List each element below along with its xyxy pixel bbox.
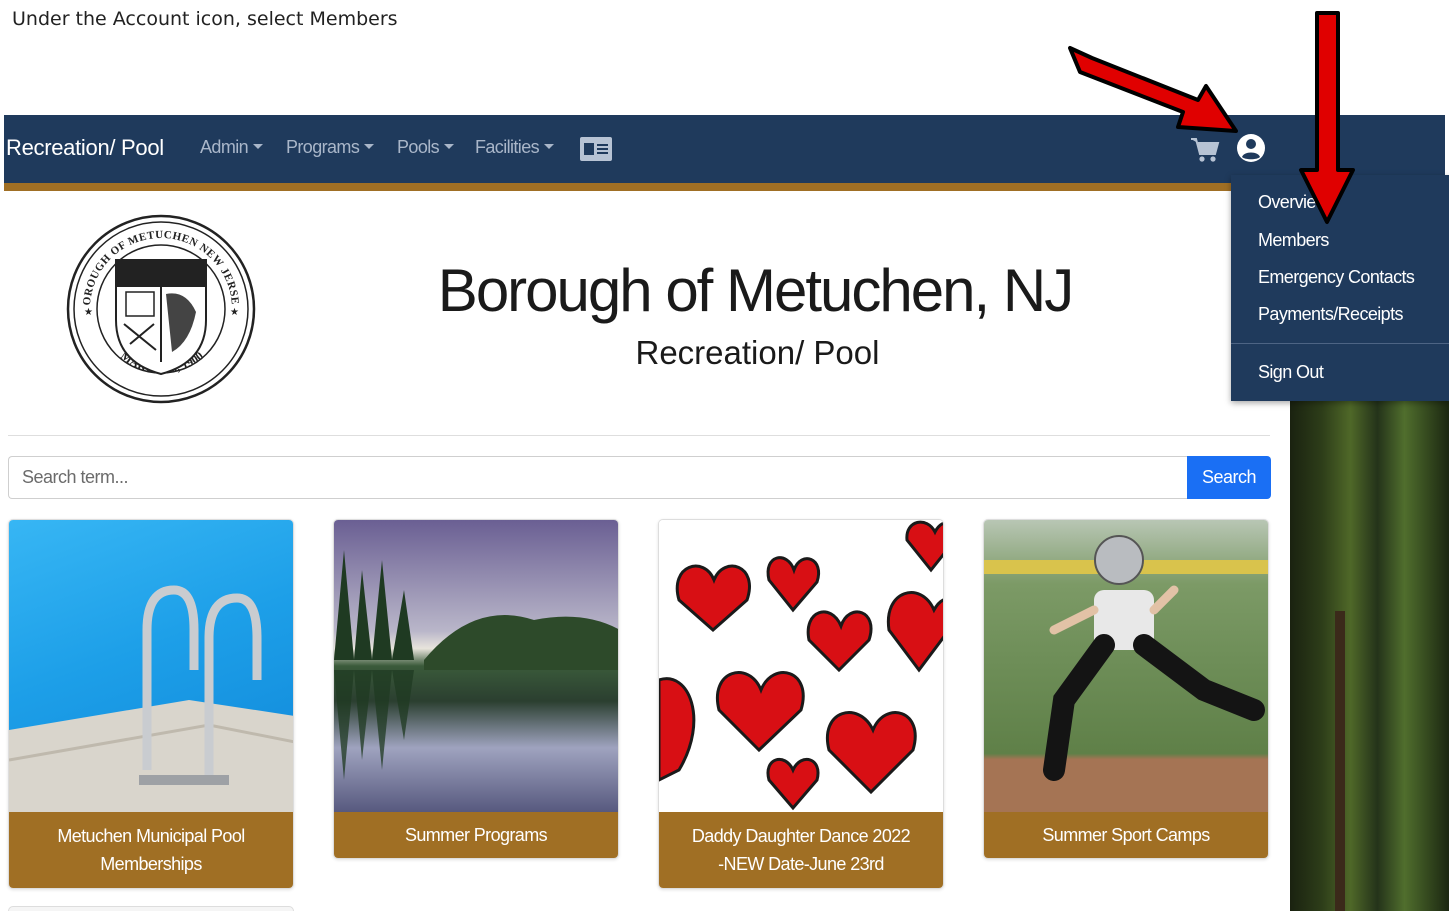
- card-daddy-daughter-dance[interactable]: Daddy Daughter Dance 2022 -NEW Date-June…: [658, 519, 944, 889]
- card-summer-programs[interactable]: Summer Programs: [333, 519, 619, 859]
- card-title-line1: Metuchen Municipal Pool: [57, 826, 245, 846]
- menu-item-members[interactable]: Members: [1258, 230, 1329, 251]
- card-title: Summer Sport Camps: [1042, 825, 1210, 845]
- card-title-line1: Daddy Daughter Dance 2022: [691, 826, 911, 846]
- navbar-brand[interactable]: Recreation/ Pool: [6, 135, 164, 161]
- card-caption: Metuchen Municipal Pool Memberships: [9, 812, 293, 888]
- nav-facilities[interactable]: Facilities: [475, 137, 555, 158]
- chevron-down-icon: [364, 144, 375, 149]
- nav-admin[interactable]: Admin: [200, 137, 264, 158]
- card-title: Summer Programs: [404, 825, 548, 845]
- menu-item-payments-receipts[interactable]: Payments/Receipts: [1258, 304, 1403, 325]
- pool-ladder-image: [9, 520, 293, 812]
- cart-icon[interactable]: [1189, 133, 1221, 165]
- id-card-icon[interactable]: [580, 137, 612, 161]
- card-caption: Daddy Daughter Dance 2022 -NEW Date-June…: [659, 812, 943, 888]
- svg-text:★: ★: [230, 307, 239, 318]
- nav-admin-label: Admin: [200, 137, 249, 157]
- card-pool-memberships[interactable]: Metuchen Municipal Pool Memberships: [8, 519, 294, 889]
- background-forest-image: [1290, 401, 1449, 911]
- chevron-down-icon: [544, 144, 555, 149]
- menu-item-overview[interactable]: Overview: [1258, 192, 1329, 213]
- page-title: Borough of Metuchen, NJ: [437, 257, 1074, 324]
- search-button[interactable]: Search: [1187, 456, 1271, 499]
- card-title-line2: Memberships: [100, 854, 202, 874]
- menu-divider: [1231, 343, 1449, 344]
- hearts-image: [659, 520, 943, 812]
- page-subtitle: Recreation/ Pool: [635, 334, 880, 371]
- instruction-text: Under the Account icon, select Members: [12, 8, 398, 30]
- card-title-line2: -NEW Date-June 23rd: [718, 854, 884, 874]
- nav-programs-label: Programs: [286, 137, 360, 157]
- chevron-down-icon: [444, 144, 455, 149]
- top-navbar: Recreation/ Pool Admin Programs Pools Fa…: [4, 115, 1445, 183]
- borough-seal-logo: BOROUGH OF METUCHEN NEW JERSEY MARCH 20,…: [64, 212, 256, 404]
- account-dropdown-menu: Overview Members Emergency Contacts Paym…: [1231, 175, 1449, 401]
- card-partial-next-row: [8, 906, 294, 911]
- navbar-accent-bar: [4, 183, 1445, 191]
- card-caption: Summer Sport Camps: [984, 812, 1268, 858]
- baseball-player-image: [984, 520, 1268, 812]
- nav-facilities-label: Facilities: [475, 137, 540, 157]
- card-summer-sport-camps[interactable]: Summer Sport Camps: [983, 519, 1269, 859]
- account-icon[interactable]: [1236, 133, 1266, 163]
- nav-programs[interactable]: Programs: [286, 137, 375, 158]
- header-divider: [8, 435, 1270, 436]
- menu-item-emergency-contacts[interactable]: Emergency Contacts: [1258, 267, 1415, 288]
- menu-item-sign-out[interactable]: Sign Out: [1258, 362, 1324, 383]
- search-input[interactable]: [8, 456, 1188, 499]
- nav-pools-label: Pools: [397, 137, 440, 157]
- chevron-down-icon: [253, 144, 264, 149]
- svg-text:★: ★: [84, 307, 93, 318]
- card-caption: Summer Programs: [334, 812, 618, 858]
- lake-forest-image: [334, 520, 618, 812]
- nav-pools[interactable]: Pools: [397, 137, 455, 158]
